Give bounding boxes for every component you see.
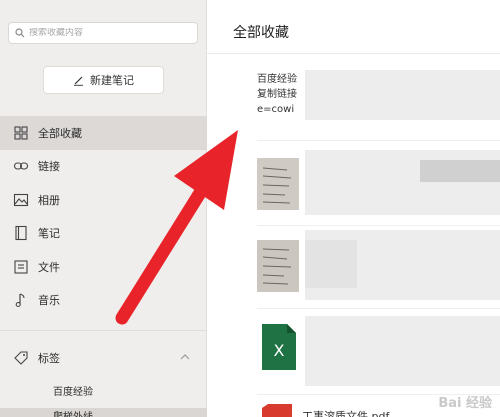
search-box[interactable] xyxy=(8,22,198,44)
tag-item[interactable]: 爬梯外线 xyxy=(0,408,207,417)
nav-item-files[interactable]: 文件 xyxy=(0,250,207,284)
header-divider xyxy=(207,53,500,54)
nav-label: 相册 xyxy=(38,193,60,207)
file-icon xyxy=(13,259,29,275)
nav-item-music[interactable]: 音乐 xyxy=(0,284,207,318)
tag-icon xyxy=(13,350,29,366)
music-icon xyxy=(13,292,29,308)
link-icon xyxy=(13,158,29,174)
tags-section-header[interactable]: 标签 xyxy=(0,345,207,371)
nav-label: 音乐 xyxy=(38,294,60,308)
list-divider xyxy=(257,140,500,141)
nav-label: 链接 xyxy=(38,160,60,174)
list-divider xyxy=(257,308,500,309)
note-icon xyxy=(13,225,29,241)
blurred-content xyxy=(305,316,500,386)
nav-label: 全部收藏 xyxy=(38,126,82,140)
list-divider xyxy=(257,225,500,226)
nav-label: 文件 xyxy=(38,260,60,274)
sidebar-divider xyxy=(0,330,207,331)
page-title: 全部收藏 xyxy=(233,25,289,41)
nav-label: 笔记 xyxy=(38,227,60,241)
pdf-file-icon[interactable] xyxy=(262,404,292,417)
blurred-content xyxy=(305,240,357,288)
tag-item[interactable]: 百度经验 xyxy=(53,383,93,398)
search-icon xyxy=(15,28,25,38)
nav-item-links[interactable]: 链接 xyxy=(0,150,207,184)
new-note-label: 新建笔记 xyxy=(90,74,134,87)
chevron-up-icon[interactable] xyxy=(179,351,191,363)
new-note-button[interactable]: 新建笔记 xyxy=(43,66,164,94)
blurred-content xyxy=(305,70,500,120)
sidebar: 新建笔记 全部收藏 链接 相册 笔记 xyxy=(0,0,207,417)
image-icon xyxy=(13,192,29,208)
nav-item-all[interactable]: 全部收藏 xyxy=(0,116,207,150)
search-input[interactable] xyxy=(29,28,189,38)
tags-label: 标签 xyxy=(38,352,60,365)
grid-icon xyxy=(13,125,29,141)
svg-text:X: X xyxy=(274,341,285,360)
image-thumbnail[interactable] xyxy=(257,240,299,292)
blurred-content xyxy=(420,160,500,182)
nav-list: 全部收藏 链接 相册 笔记 文件 音乐 xyxy=(0,116,207,317)
pen-icon xyxy=(74,76,83,86)
watermark: Bai 经验 xyxy=(438,396,492,411)
excel-file-icon[interactable]: X xyxy=(262,324,296,370)
main-panel: 全部收藏 百度经验 复制链接 e=cowi X 工事溶质文件.pdf xyxy=(207,0,500,417)
image-thumbnail[interactable] xyxy=(257,158,299,210)
nav-item-notes[interactable]: 笔记 xyxy=(0,217,207,251)
nav-item-album[interactable]: 相册 xyxy=(0,183,207,217)
